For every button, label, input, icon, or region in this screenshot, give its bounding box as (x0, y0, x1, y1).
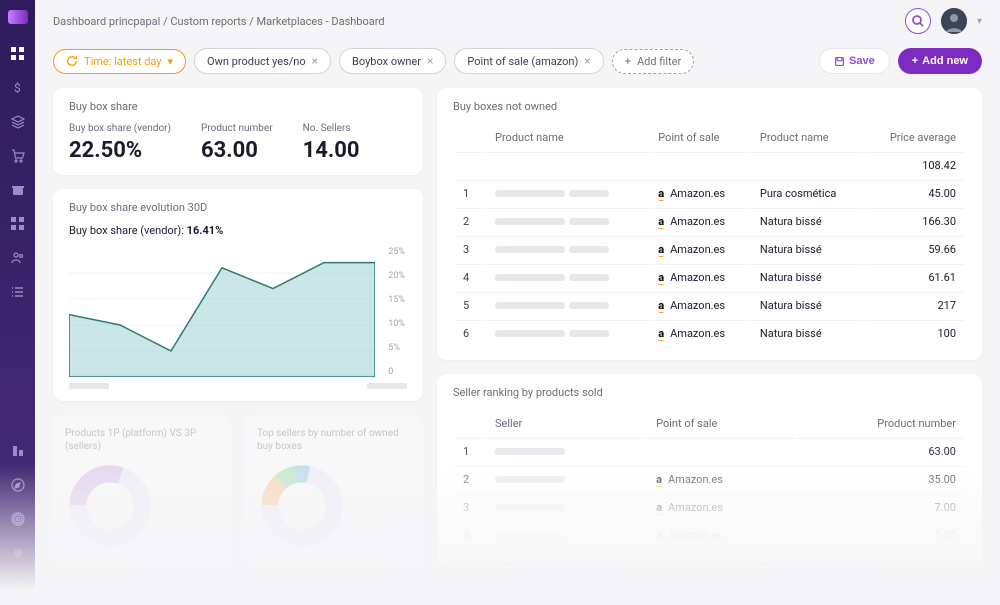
col-seller[interactable]: Seller (487, 411, 646, 436)
close-icon[interactable]: × (312, 54, 318, 68)
amazon-icon: a (658, 327, 664, 340)
table-row[interactable]: 3 aAmazon.es 7.00 (455, 494, 964, 520)
svg-text:$: $ (14, 81, 21, 95)
amazon-icon: a (656, 529, 662, 542)
table-row[interactable]: 6 aAmazon.es Natura bissé 100 (455, 320, 964, 346)
col-point-of-sale[interactable]: Point of sale (650, 125, 750, 150)
nav-store-icon[interactable] (10, 182, 26, 198)
buyboxes-card: Buy boxes not owned Product name Point o… (437, 88, 982, 360)
close-icon[interactable]: × (427, 54, 433, 68)
amazon-icon: a (658, 215, 664, 228)
table-row[interactable]: 5 aAmazon.es Natura bissé 217 (455, 292, 964, 318)
table-row[interactable]: 2 aAmazon.es 35.00 (455, 466, 964, 492)
kpi-sellers-value: 14.00 (303, 138, 360, 163)
nav-grid-icon[interactable] (10, 216, 26, 232)
filter-boybox-owner[interactable]: Boybox owner× (339, 48, 446, 74)
kpi-sellers-label: No. Sellers (303, 123, 360, 134)
filter-own-product[interactable]: Own product yes/no× (194, 48, 331, 74)
logo (8, 10, 28, 24)
card-title: Buy box share (69, 100, 407, 113)
donut-1p3p: Products 1P (platform) VS 3P (sellers) (53, 415, 231, 567)
amazon-icon: a (658, 187, 664, 200)
donut-chart-icon (257, 461, 347, 551)
sidebar: $ (0, 0, 35, 605)
nav-cart-icon[interactable] (10, 148, 26, 164)
close-icon[interactable]: × (584, 54, 590, 68)
donut-row: Products 1P (platform) VS 3P (sellers) T… (53, 415, 423, 567)
col-product-name[interactable]: Product name (487, 125, 648, 150)
card-title: Buy box share evolution 30D (69, 201, 407, 214)
nav-report-icon[interactable] (10, 443, 26, 459)
save-icon (834, 56, 845, 67)
nav-people-icon[interactable] (10, 250, 26, 266)
card-title: Buy boxes not owned (453, 100, 966, 113)
breadcrumb[interactable]: Dashboard princpapal / Custom reports / … (53, 15, 385, 28)
nav-compass-icon[interactable] (10, 477, 26, 493)
filter-time-label: Time: latest day (84, 55, 162, 68)
donut-top-sellers: Top sellers by number of owned buy boxes (245, 415, 423, 567)
nav-help-icon[interactable] (10, 579, 26, 595)
nav-layers-icon[interactable] (10, 114, 26, 130)
col-point-of-sale[interactable]: Point of sale (648, 411, 794, 436)
chevron-down-icon[interactable]: ▾ (977, 16, 982, 27)
col-product-number[interactable]: Product number (797, 411, 964, 436)
table-row[interactable]: 1 63.00 (455, 438, 964, 464)
col-price[interactable]: Price average (865, 125, 964, 150)
save-button[interactable]: Save (819, 48, 890, 74)
ranking-card: Seller ranking by products sold Seller P… (437, 374, 982, 562)
amazon-icon: a (658, 243, 664, 256)
nav-dashboard-icon[interactable] (10, 46, 26, 62)
donut-chart-icon (65, 461, 155, 551)
add-new-button[interactable]: +Add new (898, 48, 982, 74)
filter-time[interactable]: Time: latest day ▾ (53, 49, 186, 74)
table-row[interactable]: 2 aAmazon.es Natura bissé 166.30 (455, 208, 964, 234)
chart-subtitle: Buy box share (vendor): 16.41% (69, 224, 407, 237)
table-row[interactable]: 4 aAmazon.es Natura bissé 61.61 (455, 264, 964, 290)
amazon-icon: a (656, 501, 662, 514)
chart-scrubber[interactable] (69, 383, 407, 389)
amazon-icon: a (656, 473, 662, 486)
table-row[interactable]: 4 aAmazon.es 2.00 (455, 522, 964, 548)
table-summary-row: 108.42 (455, 152, 964, 178)
chevron-down-icon: ▾ (168, 55, 174, 68)
plus-icon: + (912, 55, 918, 67)
chart-card: Buy box share evolution 30D Buy box shar… (53, 189, 423, 401)
search-button[interactable] (905, 8, 931, 34)
refresh-icon (66, 55, 78, 67)
col-brand[interactable]: Product name (752, 125, 863, 150)
kpi-product-label: Product number (201, 123, 273, 134)
kpi-product-value: 63.00 (201, 138, 273, 163)
plus-icon: + (625, 55, 631, 68)
table-row[interactable]: 3 aAmazon.es Natura bissé 59.66 (455, 236, 964, 262)
area-chart[interactable]: 25%20%15%10%5%0 (69, 247, 375, 377)
nav-money-icon[interactable]: $ (10, 80, 26, 96)
table-row[interactable]: 1 aAmazon.es Pura cosmética 45.00 (455, 180, 964, 206)
header: Dashboard princpapal / Custom reports / … (35, 0, 1000, 42)
filter-bar: Time: latest day ▾ Own product yes/no× B… (35, 42, 1000, 88)
filter-point-of-sale[interactable]: Point of sale (amazon)× (454, 48, 603, 74)
kpi-share-label: Buy box share (vendor) (69, 123, 171, 134)
card-title: Seller ranking by products sold (453, 386, 966, 399)
nav-settings-icon[interactable] (10, 545, 26, 561)
amazon-icon: a (658, 299, 664, 312)
amazon-icon: a (658, 271, 664, 284)
nav-broadcast-icon[interactable] (10, 511, 26, 527)
buyboxes-table: Product name Point of sale Product name … (453, 123, 966, 348)
ranking-table: Seller Point of sale Product number 1 63… (453, 409, 966, 550)
add-filter-button[interactable]: +Add filter (612, 49, 695, 74)
kpi-share-value: 22.50% (69, 138, 171, 163)
kpi-card: Buy box share Buy box share (vendor) 22.… (53, 88, 423, 175)
avatar[interactable] (941, 8, 967, 34)
nav-list-icon[interactable] (10, 284, 26, 300)
search-icon (911, 14, 925, 28)
